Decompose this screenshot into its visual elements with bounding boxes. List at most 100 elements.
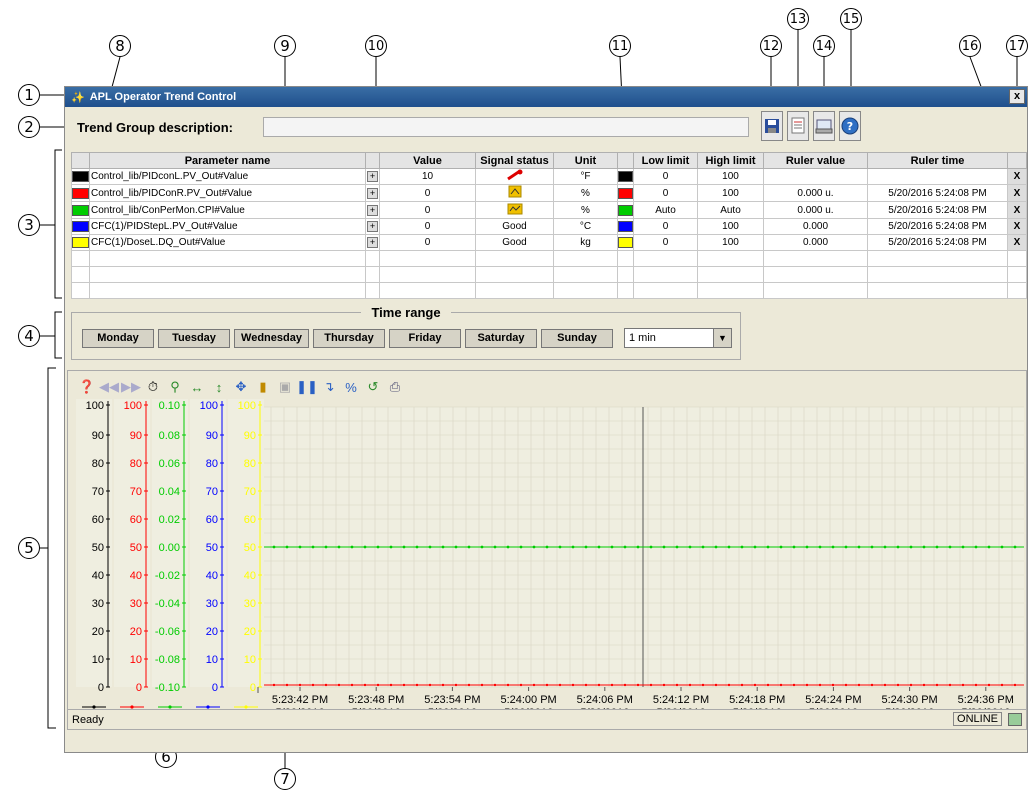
trend-group-description-field[interactable] — [263, 117, 749, 137]
add-button-cell[interactable]: + — [365, 234, 380, 251]
low-limit-cell[interactable]: 0 — [633, 168, 698, 185]
add-button-cell[interactable]: + — [365, 168, 380, 185]
load-button[interactable] — [787, 111, 809, 141]
color-swatch-2[interactable] — [617, 201, 634, 219]
pan-icon[interactable]: ✥ — [232, 378, 250, 396]
forward-icon[interactable]: ▶▶ — [121, 378, 141, 396]
remove-button[interactable]: X — [1007, 201, 1027, 219]
header-ruler-time[interactable]: Ruler time — [867, 152, 1008, 169]
remove-button[interactable]: X — [1007, 184, 1027, 202]
empty-cell — [1007, 266, 1027, 283]
interval-select[interactable]: 1 min ▼ — [624, 328, 732, 348]
stopwatch-icon[interactable]: ⏱ — [144, 378, 162, 396]
wednesday-button[interactable]: Wednesday — [234, 329, 309, 348]
trend-chart[interactable]: 1009080706050403020100100908070605040302… — [68, 371, 1026, 709]
plus-icon[interactable]: + — [367, 221, 378, 232]
help-button[interactable]: ? — [839, 111, 861, 141]
callout-3: 3 — [18, 214, 40, 236]
table-row[interactable]: Control_lib/PIDconL.PV_Out#Value + 10 °F… — [71, 168, 1027, 185]
header-high-limit[interactable]: High limit — [697, 152, 764, 169]
color-swatch[interactable] — [71, 201, 90, 219]
export-icon[interactable]: ↺ — [364, 378, 382, 396]
high-limit-cell[interactable]: 100 — [697, 184, 764, 202]
thursday-button[interactable]: Thursday — [313, 329, 385, 348]
add-button-cell[interactable]: + — [365, 184, 380, 202]
plus-icon[interactable]: + — [367, 171, 378, 182]
series-green-point — [363, 545, 367, 549]
color-swatch-2[interactable] — [617, 184, 634, 202]
saturday-button[interactable]: Saturday — [465, 329, 537, 348]
low-limit-cell[interactable]: 0 — [633, 184, 698, 202]
header-low-limit[interactable]: Low limit — [633, 152, 698, 169]
parameter-name-cell[interactable]: Control_lib/PIDConR.PV_Out#Value — [89, 184, 366, 202]
high-limit-cell[interactable]: 100 — [697, 218, 764, 235]
color-swatch[interactable] — [71, 234, 90, 251]
color-swatch[interactable] — [71, 218, 90, 235]
empty-row[interactable] — [71, 282, 1027, 299]
help-icon[interactable]: ❓ — [78, 378, 96, 396]
remove-button[interactable]: X — [1007, 234, 1027, 251]
parameter-name-cell[interactable]: Control_lib/ConPerMon.CPI#Value — [89, 201, 366, 219]
print-button[interactable] — [813, 111, 835, 141]
axis-tick-label: 10 — [130, 654, 142, 666]
print-trend-icon[interactable]: ⎙ — [386, 378, 404, 396]
low-limit-cell[interactable]: Auto — [633, 201, 698, 219]
sunday-button[interactable]: Sunday — [541, 329, 613, 348]
chevron-down-icon[interactable]: ▼ — [713, 329, 731, 347]
ruler-icon[interactable]: ▮ — [254, 378, 272, 396]
plus-icon[interactable]: + — [367, 237, 378, 248]
empty-cell — [379, 250, 476, 267]
color-swatch[interactable] — [71, 168, 90, 185]
high-limit-cell[interactable]: 100 — [697, 234, 764, 251]
empty-row[interactable] — [71, 250, 1027, 267]
color-swatch-2[interactable] — [617, 168, 634, 185]
remove-button[interactable]: X — [1007, 218, 1027, 235]
series-red-point — [766, 683, 770, 687]
header-value[interactable]: Value — [379, 152, 476, 169]
series-red-point — [441, 683, 445, 687]
table-row[interactable]: CFC(1)/PIDStepL.PV_Out#Value + 0 Good °C… — [71, 218, 1027, 235]
zoom-area-icon[interactable]: ⚲ — [166, 378, 184, 396]
zoom-y-icon[interactable]: ↕ — [210, 378, 228, 396]
series-green-point — [545, 545, 549, 549]
header-parameter-name[interactable]: Parameter name — [89, 152, 366, 169]
percent-axis-icon[interactable]: % — [342, 378, 360, 396]
original-view-icon[interactable]: ▣ — [276, 378, 294, 396]
low-limit-cell[interactable]: 0 — [633, 234, 698, 251]
empty-cell — [379, 282, 476, 299]
tuesday-button[interactable]: Tuesday — [158, 329, 230, 348]
series-green-point — [766, 545, 770, 549]
plus-icon[interactable]: + — [367, 187, 378, 199]
axis-tick-label: 0 — [212, 682, 218, 694]
empty-row[interactable] — [71, 266, 1027, 283]
series-red-point — [376, 683, 380, 687]
table-row[interactable]: CFC(1)/DoseL.DQ_Out#Value + 0 Good kg 0 … — [71, 234, 1027, 251]
high-limit-cell[interactable]: 100 — [697, 168, 764, 185]
monday-button[interactable]: Monday — [82, 329, 154, 348]
low-limit-cell[interactable]: 0 — [633, 218, 698, 235]
pause-icon[interactable]: ❚❚ — [296, 378, 318, 396]
color-swatch-2[interactable] — [617, 218, 634, 235]
table-row[interactable]: Control_lib/PIDConR.PV_Out#Value + 0 % 0… — [71, 184, 1027, 202]
save-button[interactable] — [761, 111, 783, 141]
header-unit[interactable]: Unit — [553, 152, 618, 169]
add-button-cell[interactable]: + — [365, 201, 380, 219]
friday-button[interactable]: Friday — [389, 329, 461, 348]
high-limit-cell[interactable]: Auto — [697, 201, 764, 219]
table-row[interactable]: Control_lib/ConPerMon.CPI#Value + 0 % Au… — [71, 201, 1027, 219]
header-ruler-value[interactable]: Ruler value — [763, 152, 868, 169]
add-button-cell[interactable]: + — [365, 218, 380, 235]
select-trend-icon[interactable]: ↴ — [320, 378, 338, 396]
close-button[interactable]: x — [1009, 89, 1025, 104]
color-swatch-2[interactable] — [617, 234, 634, 251]
remove-button[interactable]: X — [1007, 168, 1027, 185]
parameter-name-cell[interactable]: Control_lib/PIDconL.PV_Out#Value — [89, 168, 366, 185]
parameter-name-cell[interactable]: CFC(1)/PIDStepL.PV_Out#Value — [89, 218, 366, 235]
rewind-icon[interactable]: ◀◀ — [99, 378, 119, 396]
parameter-name-cell[interactable]: CFC(1)/DoseL.DQ_Out#Value — [89, 234, 366, 251]
save-icon — [765, 119, 779, 133]
color-swatch[interactable] — [71, 184, 90, 202]
plus-icon[interactable]: + — [367, 204, 378, 216]
header-signal-status[interactable]: Signal status — [475, 152, 554, 169]
zoom-x-icon[interactable]: ↔ — [188, 378, 206, 396]
